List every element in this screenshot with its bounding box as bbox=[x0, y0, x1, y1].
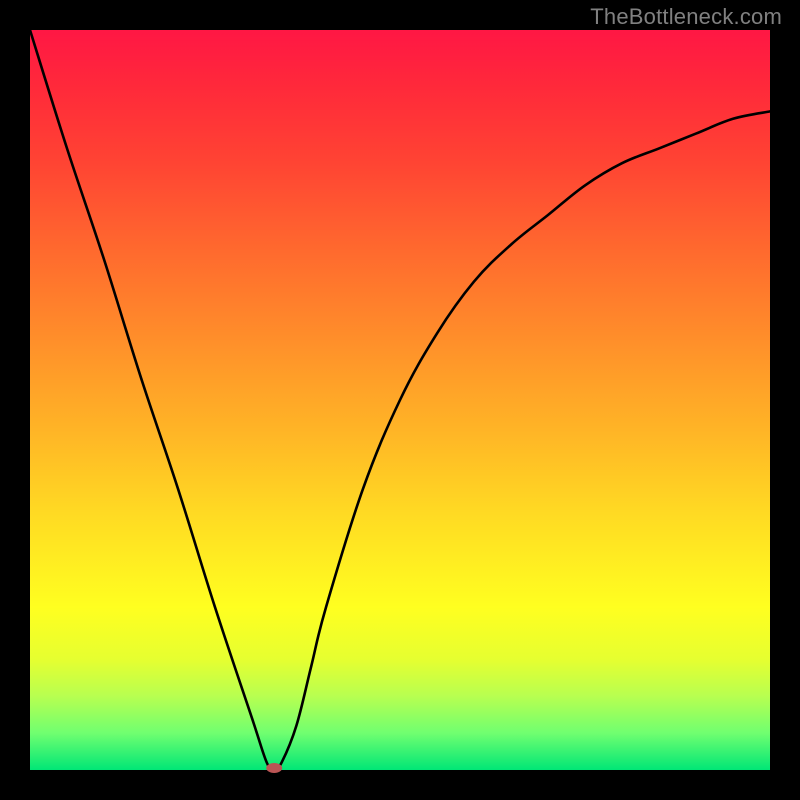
chart-plot-area bbox=[30, 30, 770, 770]
bottleneck-curve bbox=[30, 30, 770, 770]
watermark-text: TheBottleneck.com bbox=[590, 4, 782, 30]
chart-frame: TheBottleneck.com bbox=[0, 0, 800, 800]
optimal-point-marker bbox=[266, 763, 282, 773]
